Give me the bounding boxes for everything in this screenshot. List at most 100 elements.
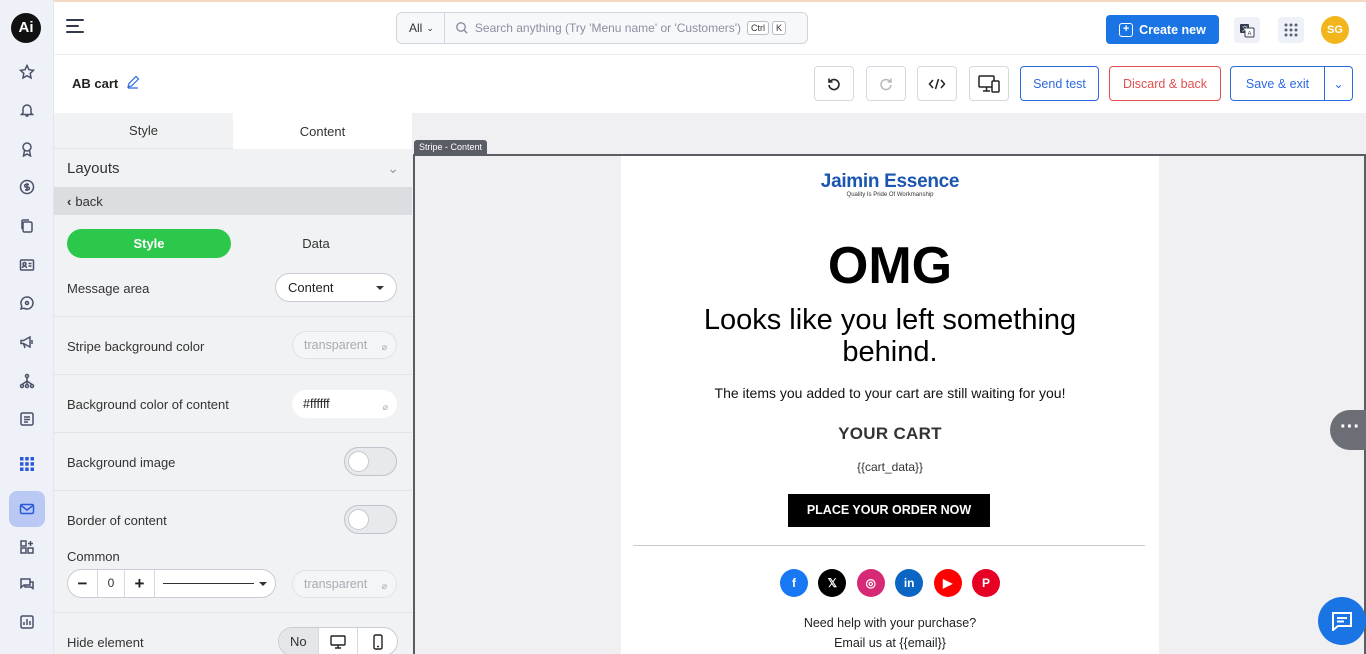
search-scope-select[interactable]: All ⌄ bbox=[397, 13, 445, 43]
border-toggle[interactable] bbox=[344, 505, 397, 534]
undo-button[interactable] bbox=[814, 66, 854, 101]
device-preview-button[interactable] bbox=[969, 66, 1009, 101]
save-options-dropdown[interactable]: ⌄ bbox=[1324, 66, 1353, 101]
segment-data[interactable]: Data bbox=[234, 229, 398, 258]
content-bg-value: #ffffff bbox=[303, 397, 330, 411]
svg-text:A: A bbox=[1248, 32, 1252, 38]
youtube-icon[interactable]: ▶ bbox=[933, 569, 962, 597]
eyedropper-icon: ⌀ bbox=[381, 342, 387, 352]
megaphone-icon[interactable] bbox=[17, 332, 37, 352]
template-title: AB cart bbox=[72, 76, 119, 91]
subheadline[interactable]: Looks like you left something behind. bbox=[661, 304, 1119, 368]
search-scope-label: All bbox=[409, 21, 423, 35]
search-input[interactable]: Search anything (Try 'Menu name' or 'Cus… bbox=[475, 21, 741, 35]
pinterest-icon[interactable]: P bbox=[971, 569, 1000, 597]
segment-style[interactable]: Style bbox=[67, 229, 231, 258]
left-rail: Ai bbox=[0, 0, 54, 654]
selected-stripe[interactable]: Jaimin Essence Quality Is Pride Of Workm… bbox=[413, 154, 1366, 654]
tab-content[interactable]: Content bbox=[233, 113, 412, 149]
message-area-select[interactable]: Content bbox=[275, 273, 397, 302]
x-icon[interactable]: 𝕏 bbox=[818, 569, 847, 597]
hide-element-label: Hide element bbox=[67, 635, 144, 650]
global-search[interactable]: All ⌄ Search anything (Try 'Menu name' or… bbox=[396, 12, 808, 44]
hide-desktop-option[interactable] bbox=[317, 628, 358, 654]
save-exit-button[interactable]: Save & exit bbox=[1230, 66, 1325, 101]
linkedin-icon[interactable]: in bbox=[895, 569, 924, 597]
border-color-value: transparent bbox=[304, 577, 368, 591]
brand-logo[interactable]: Jaimin Essence Quality Is Pride Of Workm… bbox=[621, 171, 1159, 198]
chat-bubble-icon[interactable] bbox=[17, 293, 37, 313]
social-icons: f 𝕏 ◎ in ▶ P bbox=[780, 569, 1000, 597]
content-bg-color-input[interactable]: #ffffff ⌀ bbox=[292, 390, 397, 418]
user-avatar[interactable]: SG bbox=[1321, 16, 1349, 44]
panel-tabs: Style Content bbox=[54, 113, 412, 149]
headline[interactable]: OMG bbox=[621, 236, 1159, 296]
translate-icon[interactable]: 文A bbox=[1234, 17, 1260, 43]
email-canvas: Stripe - Content Jaimin Essence Quality … bbox=[412, 113, 1366, 654]
help-line-1: Need help with your purchase? bbox=[803, 616, 977, 630]
desktop-icon bbox=[330, 634, 346, 649]
discard-back-button[interactable]: Discard & back bbox=[1109, 66, 1221, 101]
tab-style[interactable]: Style bbox=[54, 113, 233, 149]
mobile-icon bbox=[372, 633, 383, 650]
caret-down-icon bbox=[259, 581, 267, 586]
plus-button[interactable]: + bbox=[125, 574, 154, 594]
create-new-button[interactable]: + Create new bbox=[1106, 15, 1219, 44]
stripe-bg-value: transparent bbox=[304, 338, 368, 352]
widgets-icon[interactable] bbox=[17, 537, 37, 557]
copy-icon[interactable] bbox=[17, 216, 37, 236]
bg-image-toggle[interactable] bbox=[344, 447, 397, 476]
apps-launcher-icon[interactable] bbox=[1278, 17, 1304, 43]
email-icon[interactable] bbox=[9, 491, 45, 527]
redo-button[interactable] bbox=[866, 66, 906, 101]
stripe-tag[interactable]: Stripe - Content bbox=[414, 140, 488, 154]
id-card-icon[interactable] bbox=[17, 255, 37, 275]
facebook-icon[interactable]: f bbox=[780, 569, 808, 597]
more-options-icon[interactable]: ··· bbox=[1330, 410, 1366, 450]
list-icon[interactable] bbox=[17, 409, 37, 429]
hierarchy-icon[interactable] bbox=[17, 371, 37, 391]
instagram-icon[interactable]: ◎ bbox=[856, 569, 885, 597]
common-label: Common bbox=[67, 549, 120, 564]
stripe-bg-color-input[interactable]: transparent ⌀ bbox=[292, 331, 397, 359]
brand-tagline: Quality Is Pride Of Workmanship bbox=[846, 192, 934, 198]
items-text[interactable]: The items you added to your cart are sti… bbox=[621, 385, 1159, 401]
shortcut-ctrl: Ctrl bbox=[747, 21, 770, 35]
place-order-button[interactable]: PLACE YOUR ORDER NOW bbox=[788, 494, 990, 527]
hide-none-option[interactable]: No bbox=[279, 628, 318, 654]
send-test-button[interactable]: Send test bbox=[1020, 66, 1099, 101]
report-icon[interactable] bbox=[17, 612, 37, 632]
divider bbox=[633, 545, 1145, 546]
help-line-2: Email us at {{email}} bbox=[834, 636, 946, 650]
code-view-button[interactable] bbox=[917, 66, 957, 101]
pencil-icon[interactable] bbox=[126, 75, 140, 89]
desktop-mobile-icon bbox=[978, 74, 1000, 93]
layouts-section-header[interactable]: Layouts ⌄ bbox=[54, 149, 412, 187]
minus-button[interactable]: − bbox=[68, 574, 97, 594]
hide-mobile-option[interactable] bbox=[357, 628, 397, 654]
bg-image-label: Background image bbox=[67, 455, 176, 470]
apps-grid-icon[interactable] bbox=[17, 454, 37, 474]
border-color-input[interactable]: transparent ⌀ bbox=[292, 570, 397, 598]
cart-placeholder[interactable]: {{cart_data}} bbox=[621, 460, 1159, 474]
border-style-select[interactable] bbox=[154, 570, 275, 597]
star-icon[interactable] bbox=[17, 62, 37, 82]
chevron-left-icon: ‹ bbox=[67, 193, 72, 209]
help-text[interactable]: Need help with your purchase? Email us a… bbox=[621, 613, 1159, 653]
cart-heading[interactable]: YOUR CART bbox=[621, 424, 1159, 444]
bell-icon[interactable] bbox=[17, 100, 37, 120]
back-link[interactable]: ‹ back bbox=[54, 187, 412, 215]
badge-icon[interactable] bbox=[17, 139, 37, 159]
app-logo[interactable]: Ai bbox=[11, 13, 41, 43]
eyedropper-icon: ⌀ bbox=[381, 581, 387, 591]
content-bg-label: Background color of content bbox=[67, 397, 229, 412]
line-style-preview bbox=[163, 583, 254, 584]
stripe-bg-label: Stripe background color bbox=[67, 339, 205, 354]
messages-icon[interactable] bbox=[17, 574, 37, 594]
dollar-icon[interactable] bbox=[17, 177, 37, 197]
chevron-down-icon: ⌄ bbox=[426, 22, 434, 33]
email-content: Jaimin Essence Quality Is Pride Of Workm… bbox=[621, 156, 1159, 654]
menu-toggle-icon[interactable] bbox=[66, 19, 86, 39]
support-chat-icon[interactable] bbox=[1318, 597, 1366, 645]
border-width-value[interactable]: 0 bbox=[97, 570, 125, 597]
